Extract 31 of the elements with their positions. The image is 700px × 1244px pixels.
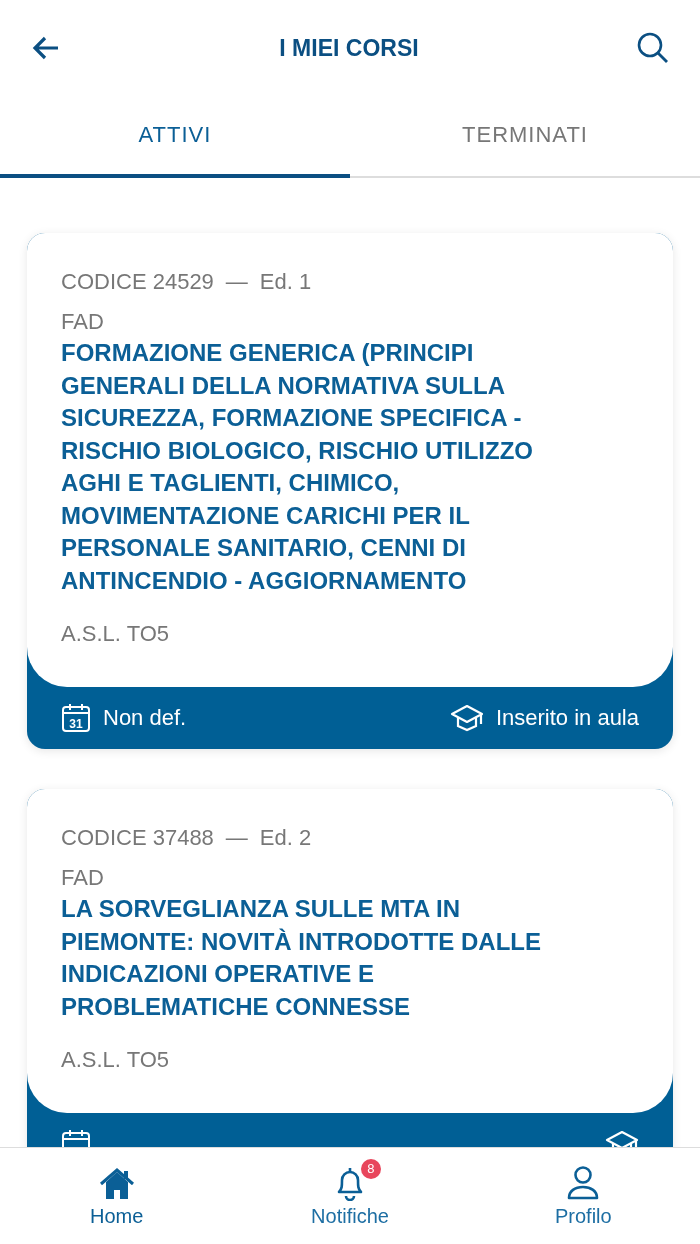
course-edition: Ed. 1 <box>259 269 312 295</box>
course-organization: A.S.L. TO5 <box>61 621 171 647</box>
nav-label: Notifiche <box>311 1204 389 1228</box>
course-title: LA SORVEGLIANZA SULLE MTA IN PIEMONTE: NOVITÀ INTRODOTTE DALLE INDICAZIONI OPERATIVE E PROBLEMATICHE CONNESSE <box>61 894 542 1022</box>
dash-separator: — <box>225 269 248 295</box>
nav-item[interactable]: Profilo <box>466 1148 700 1244</box>
nav-item[interactable]: Home <box>0 1148 234 1244</box>
course-type: FAD <box>61 865 105 891</box>
course-date: Non def. <box>103 705 187 731</box>
tab[interactable]: TERMINATI <box>350 96 700 178</box>
course-organization: A.S.L. TO5 <box>61 1047 171 1073</box>
calendar-icon: 31 <box>61 703 91 733</box>
graduation-cap-icon <box>449 704 484 732</box>
notification-badge: 8 <box>361 1158 381 1179</box>
nav-label: Profilo <box>554 1204 612 1228</box>
page-title: I MIEI CORSI <box>279 34 419 62</box>
course-code: CODICE 24529 <box>61 269 214 295</box>
nav-label: Home <box>90 1204 144 1228</box>
course-card[interactable]: CODICE 37488 — Ed. 2 FAD LA SORVEGLIANZA SULLE MTA IN PIEMONTE: NOVITÀ INTRODOTTE DALLE INDICAZIONI OPERATIVE E PROBLEMATICHE CONNESSE A.S.L. TO5 <box>27 789 673 1147</box>
course-status: Inserito in aula <box>495 705 639 731</box>
course-title: FORMAZIONE GENERICA (PRINCIPI GENERALI DELLA NORMATIVA SULLA SICUREZZA, FORMAZIONE SPECIFICA - RISCHIO BIOLOGICO, RISCHIO UTILIZZO AGHI E TAGLIENTI, CHIMICO, MOVIMENTAZIONE CARICHI PER IL PERSONALE SANITARIO, CENNI DI ANTINCENDIO - AGGIORNAMENTO <box>61 338 534 596</box>
course-code: CODICE 37488 <box>61 825 214 851</box>
search-icon[interactable] <box>636 31 670 65</box>
nav-item[interactable]: 8 Notifiche <box>233 1148 467 1244</box>
dash-separator: — <box>225 825 248 851</box>
tab[interactable]: ATTIVI <box>0 96 350 178</box>
course-card[interactable] <box>27 233 673 749</box>
profile-icon <box>566 1164 601 1201</box>
course-type: FAD <box>61 309 105 335</box>
course-edition: Ed. 2 <box>259 825 312 851</box>
home-icon <box>97 1166 136 1201</box>
